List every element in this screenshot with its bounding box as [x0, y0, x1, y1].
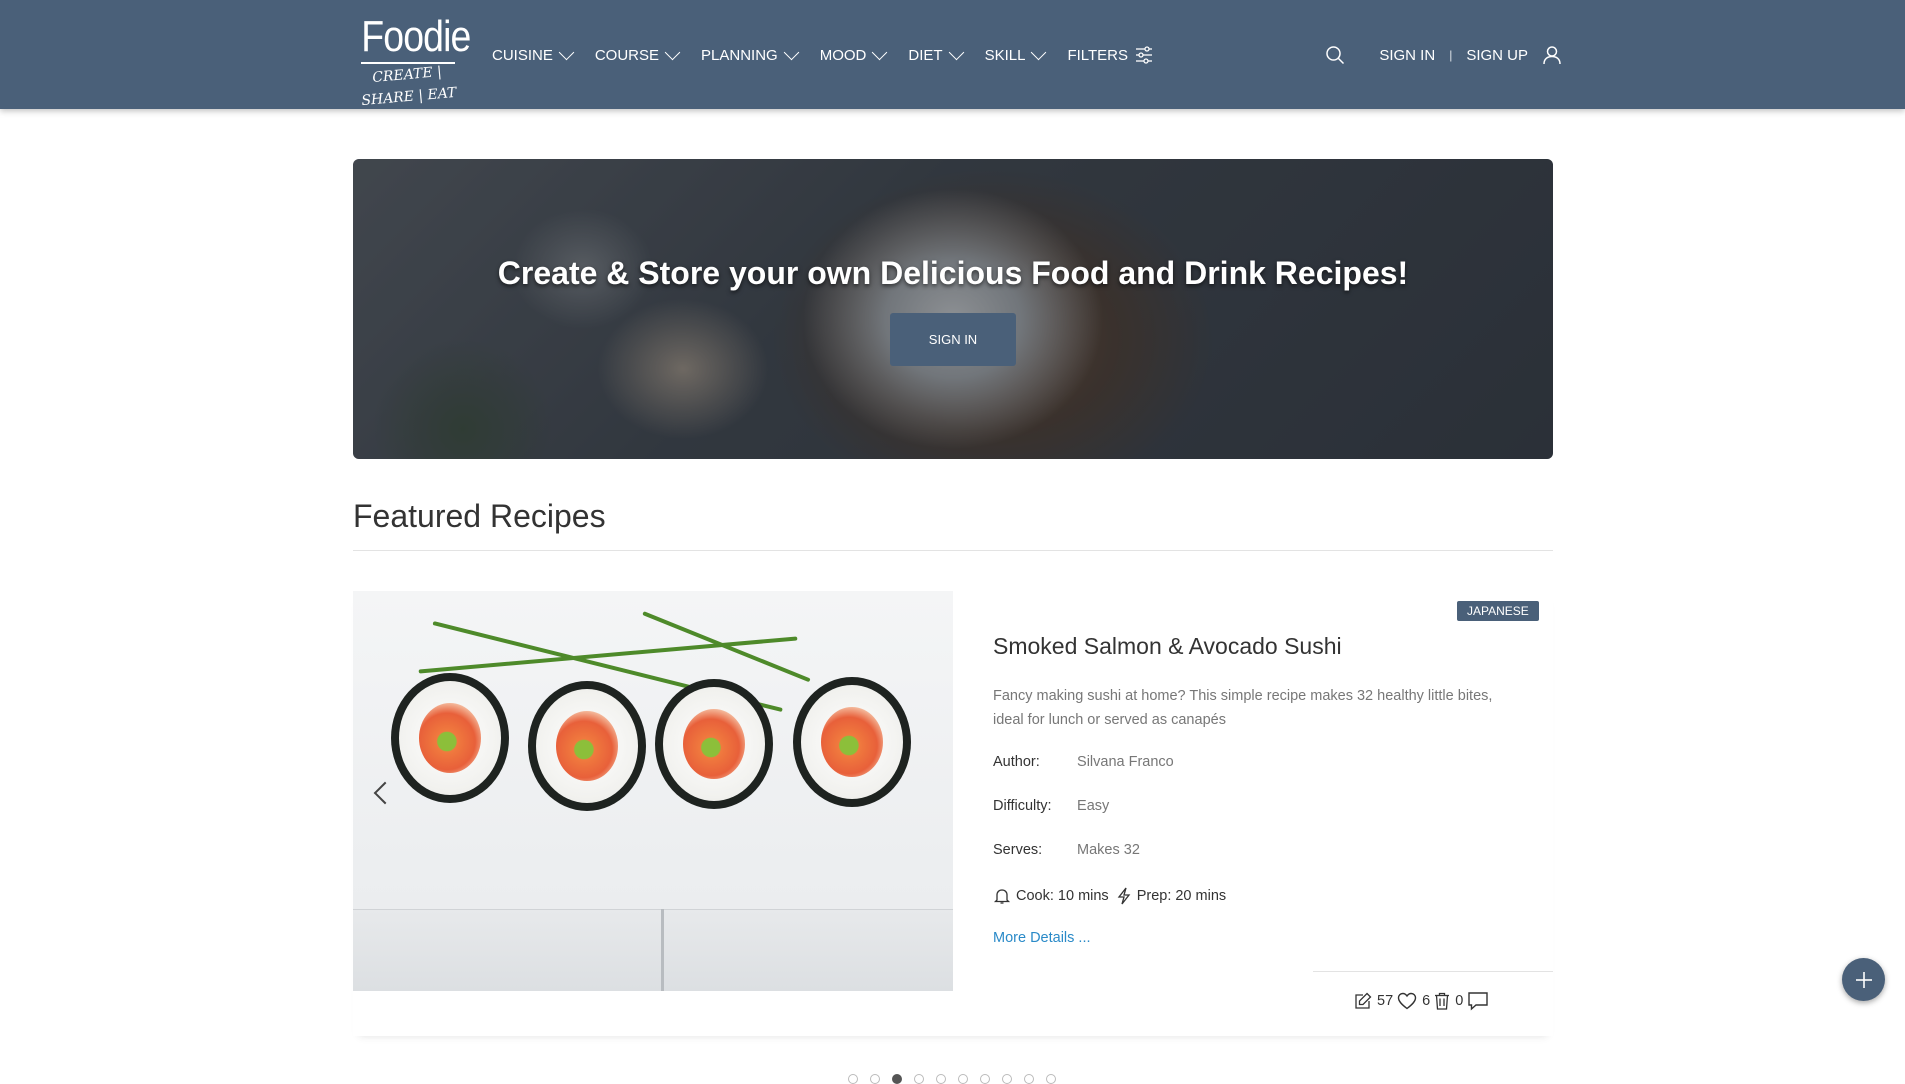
card-actions: 57 6 0 [1354, 991, 1489, 1011]
logo-wordmark: Foodie [361, 12, 471, 61]
card-footer-divider [1313, 971, 1553, 972]
carousel-dot[interactable] [958, 1074, 968, 1084]
bell-icon [993, 889, 1011, 904]
table-plank [353, 909, 953, 991]
logo-tagline: CREATE | SHARE | EAT [360, 64, 458, 110]
nav-item-mood[interactable]: MOOD [819, 44, 888, 64]
plus-icon [1855, 971, 1872, 988]
serves-row: Serves: Makes 32 [993, 842, 1140, 858]
nav-item-skill[interactable]: SKILL [984, 44, 1047, 64]
nav-item-planning[interactable]: PLANNING [701, 44, 799, 64]
main-nav: CUISINE COURSE PLANNING MOOD DIET SKILL … [492, 40, 1176, 70]
nav-item-filters[interactable]: FILTERS [1067, 46, 1153, 64]
plank-gap [661, 909, 664, 991]
more-details-link[interactable]: More Details ... [993, 930, 1091, 946]
search-icon[interactable] [1325, 45, 1345, 65]
foodie-logo[interactable]: Foodie CREATE | SHARE | EAT [353, 12, 472, 109]
nav-item-label: COURSE [594, 46, 660, 64]
carousel-dot[interactable] [936, 1074, 946, 1084]
edit-icon[interactable] [1354, 992, 1372, 1010]
comments-count: 0 [1455, 993, 1464, 1009]
sign-up-link[interactable]: SIGN UP [1466, 47, 1528, 64]
carousel-dot[interactable] [848, 1074, 858, 1084]
nav-item-diet[interactable]: DIET [908, 44, 964, 64]
sign-in-link[interactable]: SIGN IN [1379, 47, 1435, 64]
author-value: Silvana Franco [1077, 754, 1174, 770]
hero-title: Create & Store your own Delicious Food a… [497, 255, 1409, 291]
nav-item-course[interactable]: COURSE [594, 44, 681, 64]
carousel-dot[interactable] [870, 1074, 880, 1084]
nav-item-label: SKILL [984, 46, 1026, 64]
featured-recipe-card: JAPANESE Smoked Salmon & Avocado Sushi F… [353, 591, 1553, 1036]
author-label: Author: [993, 754, 1040, 770]
chevron-down-icon [783, 44, 799, 60]
chevron-down-icon [664, 44, 681, 60]
heart-icon[interactable] [1397, 992, 1417, 1010]
carousel-dot[interactable] [980, 1074, 990, 1084]
bolt-icon [1117, 887, 1131, 905]
account-nav: SIGN IN | SIGN UP [1325, 40, 1562, 70]
comment-icon[interactable] [1467, 991, 1489, 1011]
trash-icon[interactable] [1434, 992, 1450, 1010]
time-row: Cook: 10 mins Prep: 20 mins [993, 887, 1226, 905]
author-row: Author: Silvana Franco [993, 754, 1174, 770]
likes-count: 57 [1377, 993, 1394, 1009]
carousel-dot-active[interactable] [892, 1074, 902, 1084]
sushi-roll [391, 673, 509, 803]
chevron-down-icon [1031, 44, 1047, 60]
carousel-dot[interactable] [1002, 1074, 1012, 1084]
nav-item-cuisine[interactable]: CUISINE [492, 44, 575, 64]
section-divider [353, 550, 1553, 551]
nav-item-label: CUISINE [492, 46, 553, 64]
cuisine-tag[interactable]: JAPANESE [1457, 601, 1539, 621]
hero-banner: Create & Store your own Delicious Food a… [353, 159, 1553, 459]
featured-recipes-heading: Featured Recipes [353, 498, 606, 534]
chevron-down-icon [872, 44, 888, 60]
carousel-dot[interactable] [1046, 1074, 1056, 1084]
nav-item-label: DIET [908, 46, 943, 64]
difficulty-row: Difficulty: Easy [993, 798, 1109, 814]
serves-value: Makes 32 [1077, 842, 1140, 858]
recipe-description: Fancy making sushi at home? This simple … [993, 688, 1493, 728]
chevron-down-icon [948, 44, 964, 60]
sushi-roll [655, 679, 773, 809]
add-recipe-button[interactable] [1842, 958, 1885, 1001]
chevron-left-icon[interactable] [373, 781, 397, 805]
carousel-pagination [848, 1074, 1068, 1084]
difficulty-label: Difficulty: [993, 798, 1052, 814]
carousel-dot[interactable] [1024, 1074, 1034, 1084]
nav-item-label: PLANNING [701, 46, 778, 64]
nav-item-label: FILTERS [1067, 46, 1129, 64]
sushi-roll [793, 677, 911, 807]
hero-sign-in-button[interactable]: SIGN IN [890, 313, 1016, 366]
difficulty-value: Easy [1077, 798, 1110, 814]
nav-item-label: MOOD [819, 46, 867, 64]
cook-time: Cook: 10 mins [1016, 888, 1109, 904]
chevron-down-icon [558, 44, 575, 60]
prep-time: Prep: 20 mins [1136, 888, 1227, 904]
top-navbar: Foodie CREATE | SHARE | EAT CUISINE COUR… [0, 0, 1905, 109]
serves-label: Serves: [993, 842, 1043, 858]
recipe-title[interactable]: Smoked Salmon & Avocado Sushi [993, 633, 1342, 660]
recipe-image [353, 591, 953, 991]
saves-count: 6 [1422, 993, 1431, 1009]
filters-icon [1136, 46, 1153, 64]
user-icon[interactable] [1542, 45, 1562, 65]
carousel-dot[interactable] [914, 1074, 924, 1084]
sushi-roll [528, 681, 646, 811]
nav-separator: | [1449, 48, 1453, 62]
